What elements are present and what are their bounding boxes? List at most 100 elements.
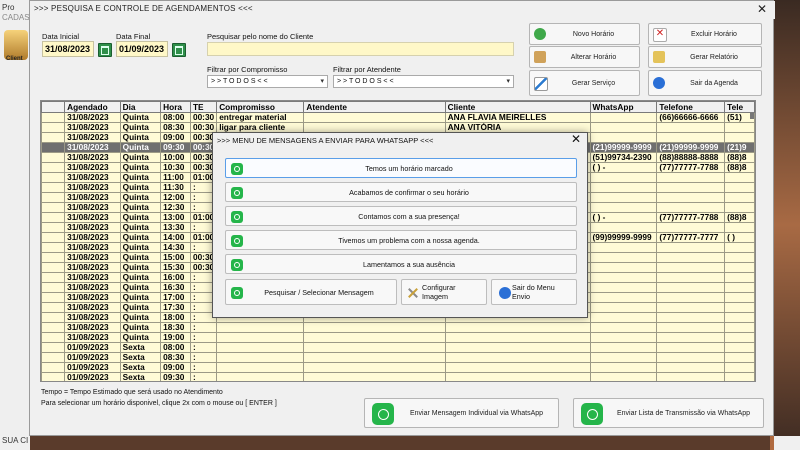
table-cell: 09:00 [160,362,191,373]
table-cell [589,322,658,333]
table-row[interactable]: 01/09/2023 Sexta 08:00: [41,342,755,353]
pesquisar-mensagem-button[interactable]: Pesquisar / Selecionar Mensagem [225,279,397,305]
table-row[interactable]: 31/08/2023 Quinta 18:30: [41,322,755,333]
table-cell: 19:00 [160,332,191,343]
whatsapp-icon [231,187,243,199]
column-header[interactable]: Hora [160,101,191,113]
table-row[interactable]: 31/08/2023 Quinta 08:00 00:30 entregar mater… [41,112,755,123]
gerar-servico-button[interactable]: Gerar Serviço [529,70,640,96]
enviar-individual-button[interactable]: Enviar Mensagem Individual via WhatsApp [364,398,559,428]
table-row[interactable]: 01/09/2023 Sexta 09:30: [41,372,755,381]
search-input[interactable] [207,42,514,56]
message-option-button[interactable]: Acabamos de confirmar o seu horário [225,182,577,202]
table-cell [444,342,591,353]
enviar-lista-button[interactable]: Enviar Lista de Transmissão via WhatsApp [573,398,764,428]
column-header[interactable]: Atendente [303,101,446,113]
table-cell: 31/08/2023 [64,272,121,283]
column-header[interactable]: Telefone [656,101,726,113]
table-cell [656,282,726,293]
calendar-icon[interactable] [98,43,112,57]
table-cell [41,182,66,193]
table-cell [656,132,726,143]
table-cell [589,112,658,123]
scrollbar-thumb[interactable] [750,113,754,119]
dialog-close-icon[interactable]: ✕ [571,132,581,146]
message-option-button[interactable]: Tivemos um problema com a nossa agenda. [225,230,577,250]
enviar-lista-label: Enviar Lista de Transmissão via WhatsApp [616,409,751,417]
column-header[interactable]: Dia [119,101,162,113]
column-header[interactable]: Agendado [64,101,121,113]
compromisso-select[interactable]: > > T O D O S < < ▾ [207,75,328,88]
bg-menu-fragment: CADAS [2,13,30,22]
table-cell: 11:30 [160,182,191,193]
column-header[interactable] [41,101,66,113]
column-header[interactable]: WhatsApp [589,101,658,113]
table-row[interactable]: 31/08/2023 Quinta 19:00: [41,332,755,343]
table-cell [656,242,726,253]
footer-note-select: Para selecionar um horário disponivel, c… [41,400,277,407]
table-cell: Quinta [119,122,162,133]
chevron-down-icon: ▾ [506,78,510,85]
table-cell: 09:30 [160,142,191,153]
data-final-field[interactable]: 01/09/2023 [116,41,168,57]
table-row[interactable]: 31/08/2023 Quinta 08:30 00:30 ligar para cli… [41,122,755,133]
document-edit-icon [534,77,548,91]
table-cell [41,112,66,123]
table-cell [303,122,446,133]
column-header[interactable]: Tele [724,101,755,113]
table-cell [656,312,726,323]
whatsapp-icon [231,287,243,299]
background-status-right [774,436,800,450]
table-cell: 13:00 [160,212,191,223]
sair-menu-envio-button[interactable]: Sair do Menu Envio [491,279,577,305]
message-option-button[interactable]: Contamos com a sua presença! [225,206,577,226]
table-cell [216,322,305,333]
window-close-icon[interactable]: ✕ [757,2,767,16]
table-cell [724,322,755,333]
sair-agenda-button[interactable]: Sair da Agenda [648,70,762,96]
table-cell [656,222,726,233]
table-cell [41,282,66,293]
table-cell [41,152,66,163]
table-cell: (77)77777-7788 [656,162,726,173]
table-cell: Quinta [119,252,162,263]
column-header[interactable]: TE [189,101,218,113]
table-cell: 31/08/2023 [64,152,121,163]
table-cell [41,192,66,203]
table-cell: 31/08/2023 [64,182,121,193]
novo-horario-button[interactable]: Novo Horário [529,23,640,45]
table-row[interactable]: 01/09/2023 Sexta 09:00: [41,362,755,373]
column-header[interactable]: Compromisso [216,101,305,113]
table-cell: (21)99999-9999 [656,142,726,153]
dialog-title: >>> MENU DE MENSAGENS A ENVIAR PARA WHAT… [217,136,434,145]
table-cell: Quinta [119,182,162,193]
configurar-imagem-button[interactable]: Configurar Imagem [401,279,487,305]
table-cell [41,292,66,303]
refresh-icon [534,28,546,40]
message-option-label: Lamentamos a sua ausência [363,259,455,269]
alterar-horario-button[interactable]: Alterar Horário [529,46,640,68]
column-header[interactable]: Cliente [444,101,591,113]
table-cell: (21)9 [724,142,755,153]
table-cell: 31/08/2023 [64,222,121,233]
table-cell [589,202,658,213]
table-cell: 31/08/2023 [64,322,121,333]
table-cell: ligar para cliente [216,122,305,133]
calendar-icon[interactable] [172,43,186,57]
table-cell: 18:30 [160,322,191,333]
table-cell: Quinta [119,262,162,273]
table-row[interactable]: 01/09/2023 Sexta 08:30: [41,352,755,363]
data-inicial-field[interactable]: 31/08/2023 [42,41,94,57]
atendente-select[interactable]: > > T O D O S < < ▾ [333,75,514,88]
table-cell [656,292,726,303]
gerar-relatorio-button[interactable]: Gerar Relatório [648,46,762,68]
table-cell [444,372,591,381]
table-cell: ( ) - [589,212,658,223]
table-cell [41,252,66,263]
message-option-button[interactable]: Temos um horário marcado [225,158,577,178]
excluir-horario-button[interactable]: ✕ Excluir Horário [648,23,762,45]
footer-note-tempo: Tempo = Tempo Estimado que será usado no… [41,389,223,396]
table-cell [589,172,658,183]
message-option-button[interactable]: Lamentamos a sua ausência [225,254,577,274]
table-cell [589,122,658,133]
